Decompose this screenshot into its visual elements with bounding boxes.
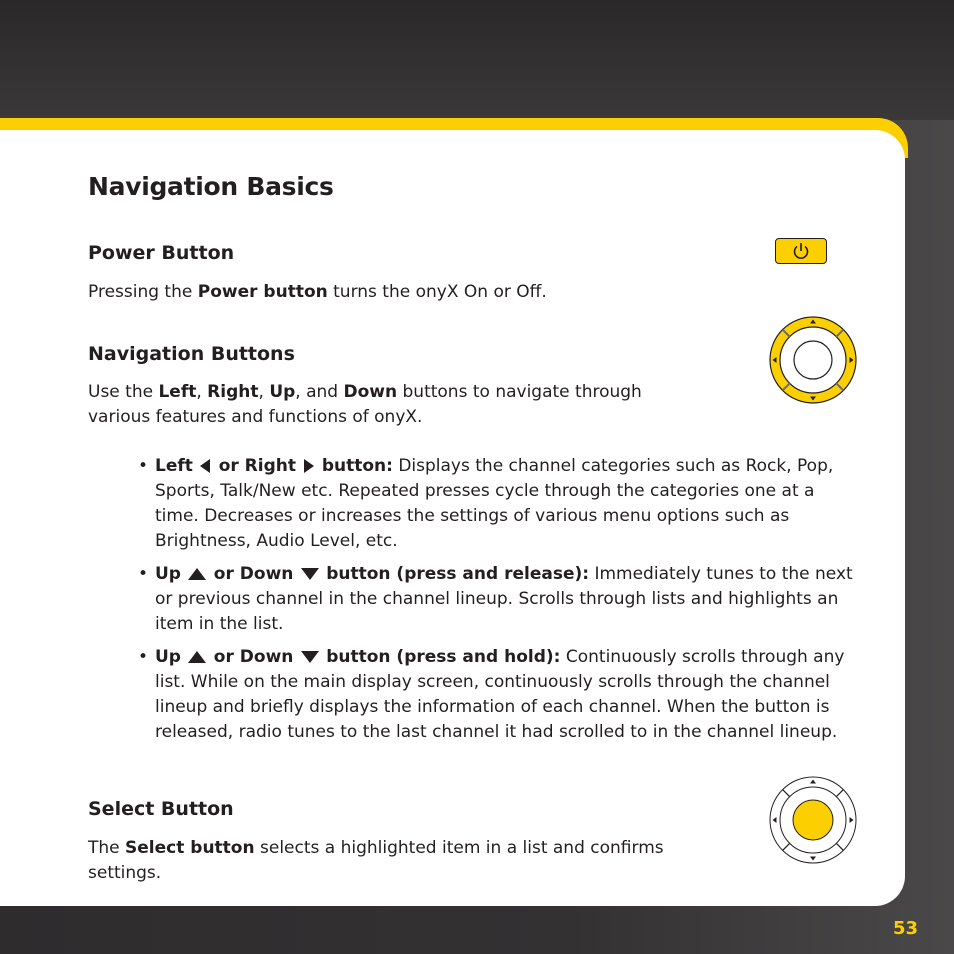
bullet-dot: • <box>138 647 149 667</box>
select-button-description: The Select button selects a highlighted … <box>88 838 664 883</box>
power-icon <box>793 243 809 259</box>
header-band <box>0 0 954 120</box>
select-dpad-illustration <box>769 776 857 864</box>
left-arrow-icon <box>200 459 211 473</box>
page-number: 53 <box>893 918 919 939</box>
right-arrow-icon <box>304 459 315 473</box>
list-item: • Up or Down button (press and release):… <box>138 564 853 634</box>
bullet-dot: • <box>138 456 149 476</box>
power-button-description: Pressing the Power button turns the onyX… <box>88 282 547 302</box>
down-arrow-icon <box>300 651 319 663</box>
navigation-dpad-illustration <box>769 316 857 404</box>
list-item: • Up or Down button (press and hold): Co… <box>138 647 845 742</box>
navigation-intro: Use the Left, Right, Up, and Down button… <box>88 382 642 427</box>
down-arrow-icon <box>300 568 319 580</box>
power-button-illustration <box>775 238 827 264</box>
navigation-bullet-list: • Left or Right button: Displays the cha… <box>138 454 858 753</box>
bullet-dot: • <box>138 564 149 584</box>
up-arrow-icon <box>188 568 207 580</box>
up-arrow-icon <box>188 651 207 663</box>
page-title: Navigation Basics <box>88 172 334 201</box>
power-button-heading: Power Button <box>88 242 235 264</box>
navigation-buttons-heading: Navigation Buttons <box>88 343 295 365</box>
list-item: • Left or Right button: Displays the cha… <box>138 456 834 551</box>
select-button-heading: Select Button <box>88 798 234 820</box>
